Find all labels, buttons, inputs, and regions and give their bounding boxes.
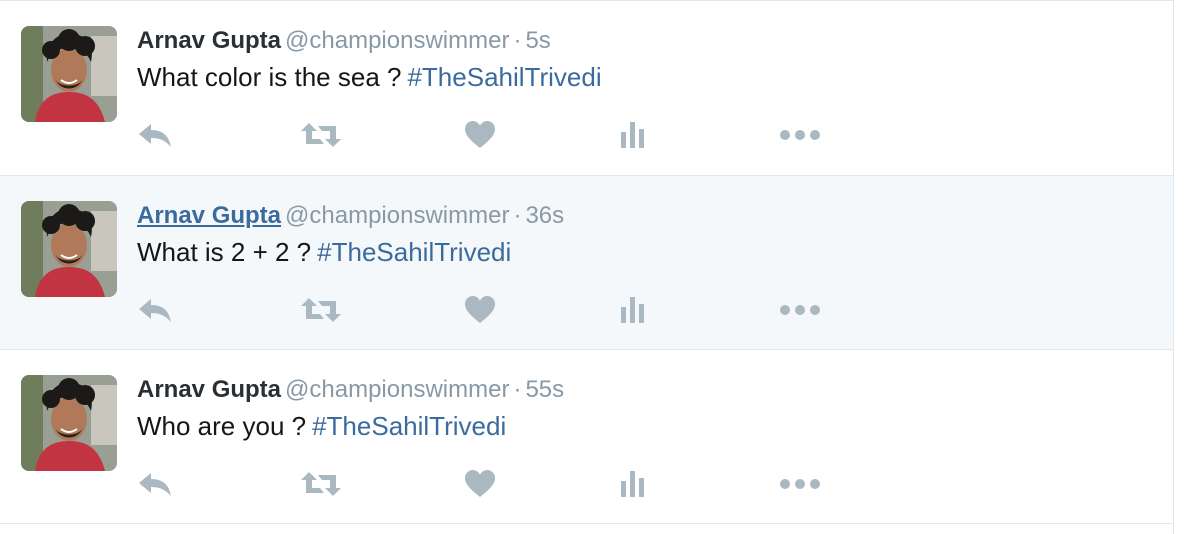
reply-button[interactable] (137, 466, 175, 502)
username[interactable]: @championswimmer (285, 27, 509, 54)
tweet-text: What is 2 + 2 ? #TheSahilTrivedi (137, 236, 511, 268)
tweet[interactable]: Arnav Gupta @championswimmer · 5s What colo… (0, 1, 1173, 176)
analytics-button[interactable] (619, 292, 647, 328)
analytics-button[interactable] (619, 466, 647, 502)
reply-icon (137, 120, 175, 150)
tweet[interactable]: Arnav Gupta @championswimmer · 55s Who are … (0, 350, 1173, 524)
analytics-icon (619, 120, 647, 150)
retweet-button[interactable] (300, 466, 342, 502)
more-button[interactable] (779, 466, 821, 502)
hashtag-link[interactable]: #TheSahilTrivedi (317, 237, 511, 267)
reply-icon (137, 469, 175, 499)
like-icon (464, 295, 496, 325)
action-bar (137, 117, 837, 153)
fullname-link[interactable]: Arnav Gupta (137, 202, 281, 229)
separator: · (513, 376, 522, 403)
like-button[interactable] (464, 292, 496, 328)
more-button[interactable] (779, 117, 821, 153)
fullname-link[interactable]: Arnav Gupta (137, 27, 281, 54)
timeline: Arnav Gupta @championswimmer · 5s What colo… (0, 0, 1174, 534)
like-icon (464, 120, 496, 150)
analytics-button[interactable] (619, 117, 647, 153)
retweet-icon (300, 469, 342, 499)
fullname-link[interactable]: Arnav Gupta (137, 376, 281, 403)
reply-icon (137, 295, 175, 325)
separator: · (513, 27, 522, 54)
retweet-icon (300, 120, 342, 150)
tweet-text: What color is the sea ? #TheSahilTrivedi (137, 61, 602, 93)
like-icon (464, 469, 496, 499)
timestamp-link[interactable]: 5s (525, 27, 550, 54)
analytics-icon (619, 469, 647, 499)
tweet-body: What color is the sea ? (137, 62, 402, 92)
separator: · (513, 202, 522, 229)
hashtag-link[interactable]: #TheSahilTrivedi (407, 62, 601, 92)
action-bar (137, 466, 837, 502)
tweet-header: Arnav Gupta @championswimmer · 5s (137, 26, 551, 56)
tweet-header: Arnav Gupta @championswimmer · 55s (137, 375, 564, 405)
avatar[interactable] (21, 375, 117, 471)
more-icon (779, 295, 821, 325)
timestamp-link[interactable]: 36s (525, 202, 564, 229)
like-button[interactable] (464, 117, 496, 153)
timestamp-link[interactable]: 55s (525, 376, 564, 403)
retweet-icon (300, 295, 342, 325)
analytics-icon (619, 295, 647, 325)
avatar[interactable] (21, 26, 117, 122)
like-button[interactable] (464, 466, 496, 502)
tweet[interactable]: Arnav Gupta @championswimmer · 36s What is … (0, 176, 1173, 350)
tweet-body: What is 2 + 2 ? (137, 237, 312, 267)
avatar[interactable] (21, 201, 117, 297)
retweet-button[interactable] (300, 117, 342, 153)
username[interactable]: @championswimmer (285, 202, 509, 229)
more-button[interactable] (779, 292, 821, 328)
tweet-body: Who are you ? (137, 411, 307, 441)
more-icon (779, 469, 821, 499)
username[interactable]: @championswimmer (285, 376, 509, 403)
reply-button[interactable] (137, 292, 175, 328)
tweet-header: Arnav Gupta @championswimmer · 36s (137, 201, 564, 231)
action-bar (137, 292, 837, 328)
reply-button[interactable] (137, 117, 175, 153)
retweet-button[interactable] (300, 292, 342, 328)
tweet-text: Who are you ? #TheSahilTrivedi (137, 410, 506, 442)
more-icon (779, 120, 821, 150)
hashtag-link[interactable]: #TheSahilTrivedi (312, 411, 506, 441)
